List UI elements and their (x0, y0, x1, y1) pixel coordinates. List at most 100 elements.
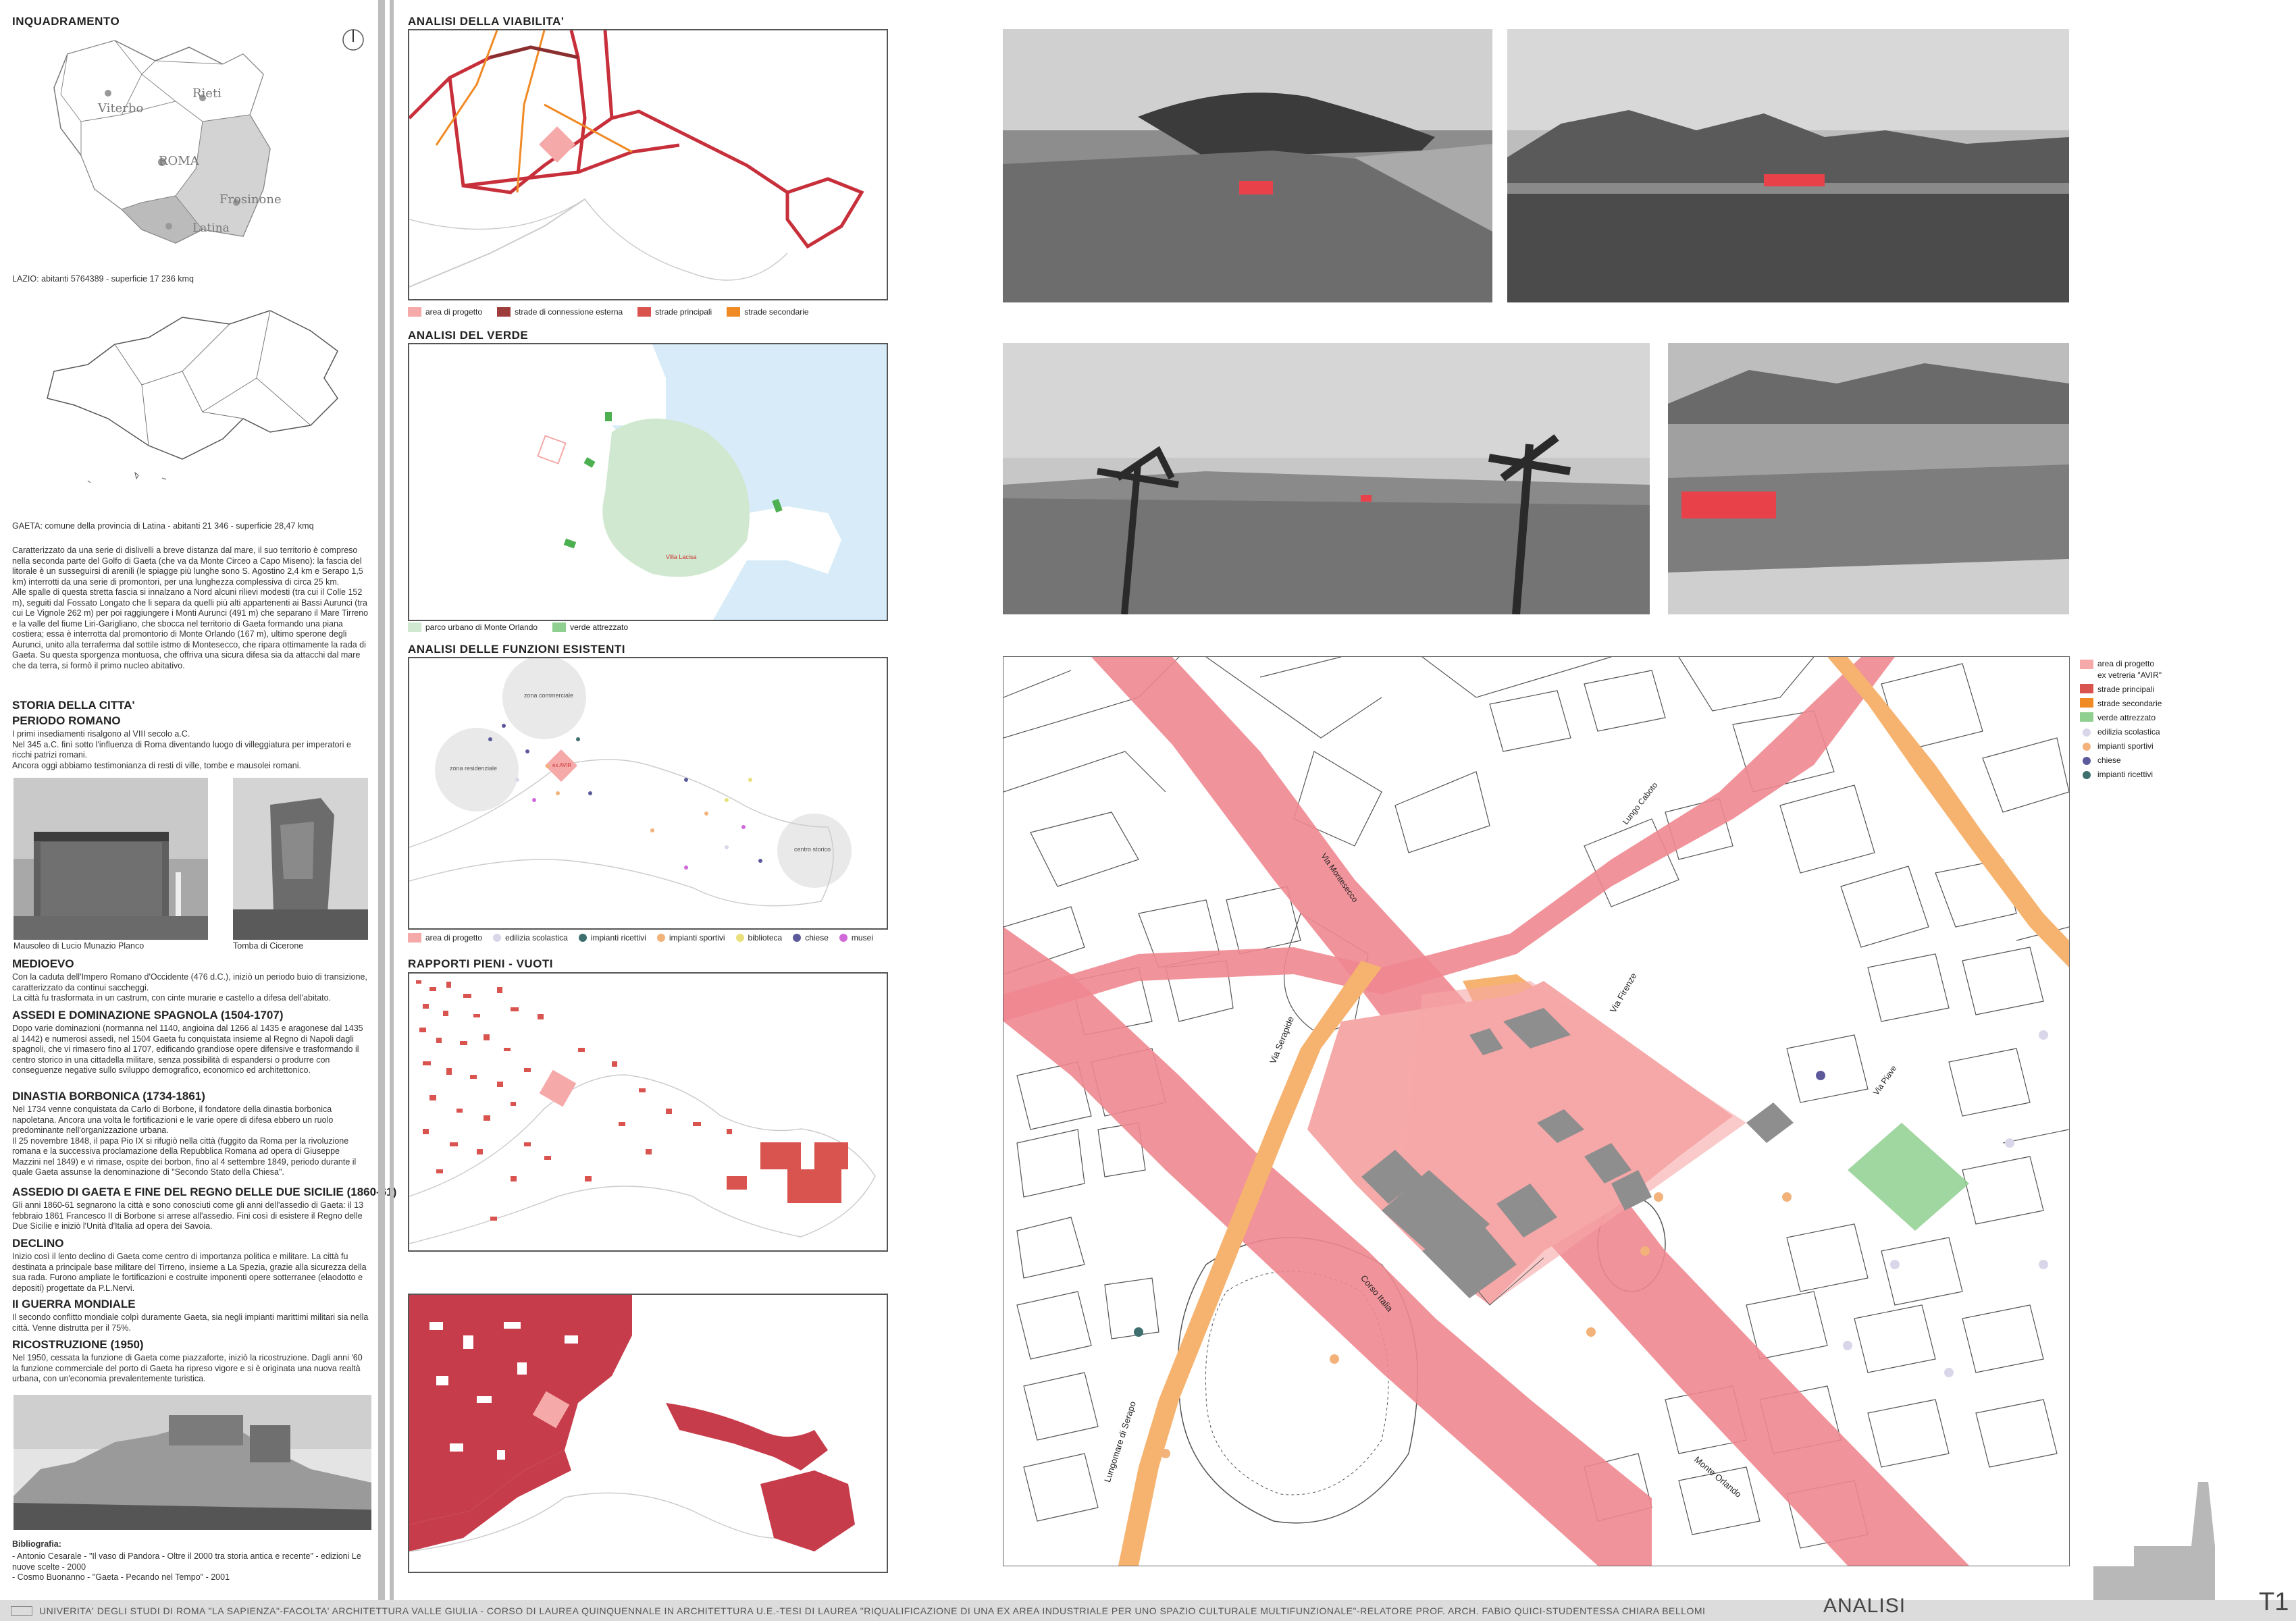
plan-legend-item: verde attrezzato (2080, 712, 2208, 724)
legend-label: area di progetto ex vetreria "AVIR" (2097, 659, 2162, 680)
legend-label: chiese (2097, 755, 2121, 765)
funzioni-title: ANALISI DELLE FUNZIONI ESISTENTI (408, 643, 626, 656)
verde-legend: parco urbano di Monte Orlando verde attr… (408, 622, 628, 632)
verde-map-label: Villa Lacisa (666, 554, 697, 560)
legend-swatch (2080, 698, 2093, 708)
plan-legend-item: area di progetto ex vetreria "AVIR" (2080, 658, 2208, 681)
zone-residenziale-label: zona residenziale (450, 765, 498, 772)
plan-legend: area di progetto ex vetreria "AVIR" stra… (2080, 658, 2208, 783)
footer-sheet-number: T1 (2259, 1588, 2289, 1616)
section-text-spagnola: Dopo varie dominazioni (normanna nel 114… (12, 1024, 363, 1075)
legend-label: biblioteca (748, 933, 783, 942)
legend-dot (2083, 770, 2091, 779)
funzioni-map: zona commerciale zona residenziale centr… (408, 657, 888, 930)
column-divider-1 (378, 0, 385, 1600)
funzioni-legend: area di progetto edilizia scolastica imp… (408, 933, 873, 942)
legend-label: verde attrezzato (2097, 713, 2156, 722)
map-label-roma: ROMA (159, 154, 199, 168)
footer-bar: UNIVERITA' DEGLI STUDI DI ROMA "LA SAPIE… (0, 1600, 2296, 1621)
legend-swatch (727, 307, 741, 317)
legend-item: area di progetto (408, 307, 482, 317)
legend-swatch (2080, 660, 2093, 669)
legend-dot (735, 934, 744, 942)
zone-storico-label: centro storico (794, 846, 831, 853)
legend-item: strade secondarie (727, 307, 809, 317)
legend-label: area di progetto (425, 933, 483, 942)
section-title-borbonica: DINASTIA BORBONICA (1734-1861) (12, 1090, 205, 1102)
photo-panorama-palms (1003, 343, 1650, 614)
pieni-map-light (408, 972, 888, 1252)
legend-item: impianti sportivi (656, 933, 725, 942)
section-title-assedio: ASSEDIO DI GAETA E FINE DEL REGNO DELLE … (12, 1186, 397, 1198)
zone-commerciale-label: zona commerciale (524, 692, 574, 699)
plan-legend-item: edilizia scolastica (2080, 726, 2208, 738)
site-plan: Via Serapide Via Firenze Corso Italia Lu… (1003, 656, 2070, 1566)
legend-label: chiese (805, 933, 829, 942)
viabilita-title: ANALISI DELLA VIABILITA' (408, 15, 565, 28)
footer-logo-icon (11, 1606, 32, 1616)
legend-label: parco urbano di Monte Orlando (425, 622, 538, 632)
legend-item: area di progetto (408, 933, 482, 942)
photo-gaeta-skyline (14, 1395, 371, 1530)
plan-legend-item: impianti ricettivi (2080, 769, 2208, 780)
legend-swatch (408, 622, 421, 632)
bibliography-title: Bibliografia: (12, 1539, 61, 1549)
legend-label: impianti sportivi (2097, 741, 2154, 751)
legend-swatch (497, 307, 511, 317)
legend-dot (493, 934, 502, 942)
legend-label: edilizia scolastica (2097, 727, 2160, 737)
legend-label: strade secondarie (744, 307, 809, 317)
caption-mausoleo: Mausoleo di Lucio Munazio Planco (14, 941, 145, 951)
legend-label: verde attrezzato (570, 622, 629, 632)
plan-legend-item: strade principali (2080, 684, 2208, 695)
plan-legend-item: chiese (2080, 755, 2208, 766)
map-label-viterbo: Viterbo (98, 101, 144, 115)
legend-label: musei (851, 933, 873, 942)
legend-label: strade principali (2097, 685, 2155, 694)
project-area-label: ex AVIR (552, 762, 572, 768)
footer-text: UNIVERITA' DEGLI STUDI DI ROMA "LA SAPIE… (39, 1605, 1706, 1616)
map-label-frosinone: Frosinone (219, 192, 282, 207)
section-title-guerra: II GUERRA MONDIALE (12, 1298, 136, 1310)
section-title-declino: DECLINO (12, 1237, 64, 1250)
lazio-map: Viterbo Rieti ROMA Latina Frosinone (41, 34, 290, 250)
footer-section-label: ANALISI (1823, 1595, 1906, 1617)
column-divider-2 (390, 0, 394, 1600)
gaeta-map (27, 304, 351, 486)
verde-title: ANALISI DEL VERDE (408, 329, 529, 342)
photo-sea-view (1507, 29, 2069, 302)
section-title-ricostruzione: RICOSTRUZIONE (1950) (12, 1338, 144, 1351)
legend-dot (793, 934, 802, 942)
legend-label: impianti ricettivi (590, 933, 646, 942)
chimney-logo-icon (1796, 1479, 2296, 1601)
caption-tomba: Tomba di Cicerone (233, 941, 304, 951)
plan-legend-item: impianti sportivi (2080, 741, 2208, 752)
verde-map: Villa Lacisa (408, 343, 888, 621)
section-title-roman: PERIODO ROMANO (12, 714, 121, 727)
section-title-medioevo: MEDIOEVO (12, 957, 74, 970)
pieni-map-dark (408, 1294, 888, 1573)
history-title: STORIA DELLA CITTA' (12, 699, 135, 712)
legend-item: impianti ricettivi (578, 933, 646, 942)
legend-swatch (408, 307, 421, 317)
section-text-guerra: Il secondo conflitto mondiale colpì dura… (12, 1312, 369, 1333)
legend-swatch (408, 933, 421, 942)
section-text-assedio: Gli anni 1860-61 segnarono la città e so… (12, 1200, 364, 1231)
bibliography-text: - Antonio Cesarale - "Il vaso di Pandora… (12, 1551, 361, 1582)
intro-text: Caratterizzato da una serie di dislivell… (12, 546, 369, 670)
photo-aerial-coast (1668, 343, 2069, 614)
photo-aerial-promontory (1003, 29, 1492, 302)
legend-item: chiese (793, 933, 829, 942)
legend-label: strade secondarie (2097, 699, 2162, 708)
section-text-ricostruzione: Nel 1950, cessata la funzione di Gaeta c… (12, 1353, 363, 1383)
legend-item: strade principali (637, 307, 712, 317)
section-text-roman: I primi insediamenti risalgono al VIII s… (12, 729, 351, 770)
legend-item: edilizia scolastica (493, 933, 568, 942)
legend-dot (656, 934, 665, 942)
legend-label: strade di connessione esterna (515, 307, 623, 317)
legend-label: strade principali (655, 307, 712, 317)
legend-dot (2083, 742, 2091, 751)
legend-item: biblioteca (735, 933, 783, 942)
legend-label: edilizia scolastica (505, 933, 568, 942)
photo-mausoleo (14, 778, 208, 940)
